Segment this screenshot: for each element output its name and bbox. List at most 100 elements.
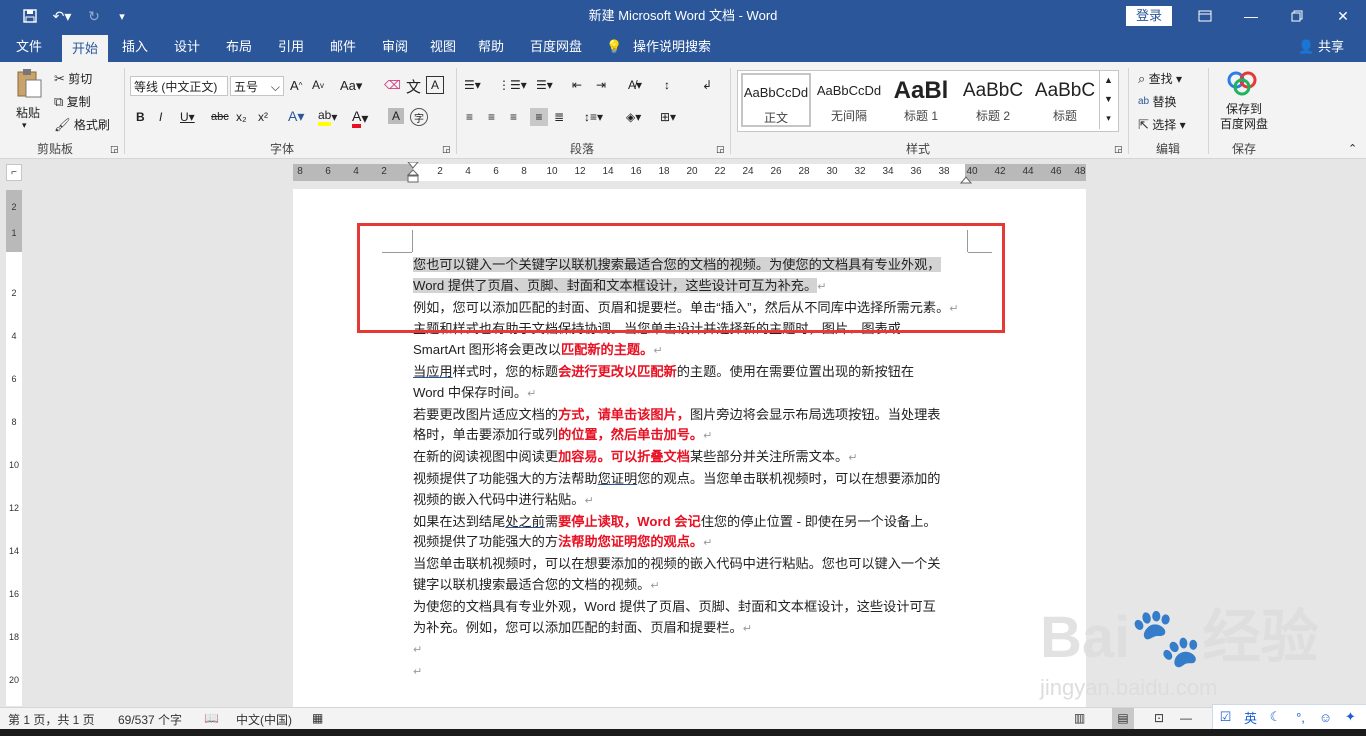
- tab-file[interactable]: 文件: [6, 32, 52, 62]
- redo-icon[interactable]: ↻: [84, 0, 104, 32]
- enclose-characters-icon[interactable]: 字: [410, 108, 428, 126]
- character-border-icon[interactable]: A: [426, 76, 444, 94]
- align-right-icon[interactable]: ≡: [510, 110, 517, 124]
- proofing-icon[interactable]: 📖: [204, 711, 219, 725]
- save-icon[interactable]: [18, 0, 42, 32]
- document-line[interactable]: 当应用样式时，您的标题会进行更改以匹配新的主题。使用在需要位置出现的新按钮在: [413, 362, 973, 383]
- document-line[interactable]: Word 中保存时间。↵: [413, 383, 973, 405]
- punctuation-icon[interactable]: °,: [1288, 710, 1313, 725]
- emoji-icon[interactable]: ☺: [1313, 710, 1338, 725]
- change-case-icon[interactable]: Aa▾: [340, 78, 362, 94]
- numbering-icon[interactable]: ⋮☰▾: [498, 78, 527, 92]
- paste-dropdown-icon[interactable]: ▾: [22, 120, 27, 131]
- document-line[interactable]: 为补充。例如，您可以添加匹配的封面、页眉和提要栏。↵: [413, 618, 973, 640]
- macro-record-icon[interactable]: ▦: [312, 711, 323, 725]
- minimize-icon[interactable]: —: [1228, 0, 1274, 32]
- tab-references[interactable]: 引用: [270, 32, 312, 62]
- tab-review[interactable]: 审阅: [374, 32, 416, 62]
- character-shading-icon[interactable]: A: [388, 108, 404, 124]
- font-launcher-icon[interactable]: ◲: [442, 144, 451, 155]
- print-layout-icon[interactable]: ▤: [1112, 708, 1134, 729]
- multilevel-list-icon[interactable]: ☰▾: [536, 78, 553, 92]
- font-color-icon[interactable]: A ▾: [352, 108, 368, 128]
- line-spacing-icon[interactable]: ↕≡▾: [584, 110, 603, 124]
- page-count[interactable]: 第 1 页，共 1 页: [8, 711, 95, 728]
- tell-me-search[interactable]: 操作说明搜索: [630, 32, 714, 62]
- word-count[interactable]: 69/537 个字: [118, 711, 182, 728]
- document-line[interactable]: 在新的阅读视图中阅读更加容易。可以折叠文档某些部分并关注所需文本。↵: [413, 447, 973, 469]
- ime-english-toggle[interactable]: 英: [1238, 708, 1263, 727]
- close-icon[interactable]: ✕: [1320, 0, 1366, 32]
- document-line[interactable]: SmartArt 图形将会更改以匹配新的主题。↵: [413, 340, 973, 362]
- align-left-icon[interactable]: ≡: [466, 110, 473, 124]
- document-line[interactable]: 视频提供了功能强大的方法帮助您证明您的观点。当您单击联机视频时，可以在想要添加的: [413, 469, 973, 490]
- subscript-icon[interactable]: x₂: [236, 110, 247, 124]
- cut-button[interactable]: ✂ 剪切: [54, 70, 92, 87]
- share-button[interactable]: 共享: [1314, 32, 1348, 62]
- collapse-ribbon-icon[interactable]: ⌃: [1348, 142, 1357, 155]
- tab-baidu-netdisk[interactable]: 百度网盘: [524, 32, 588, 62]
- highlight-color-icon[interactable]: ab ▾: [318, 108, 337, 126]
- tab-home[interactable]: 开始: [62, 35, 108, 62]
- align-center-icon[interactable]: ≡: [488, 110, 495, 124]
- document-line[interactable]: ↵: [413, 661, 973, 683]
- login-button[interactable]: 登录: [1126, 6, 1172, 26]
- moon-icon[interactable]: ☾: [1263, 709, 1288, 725]
- replace-button[interactable]: ab 替换: [1138, 93, 1176, 110]
- grow-font-icon[interactable]: A ^: [290, 78, 302, 93]
- superscript-icon[interactable]: x²: [258, 110, 268, 124]
- decrease-indent-icon[interactable]: ⇤: [572, 78, 582, 92]
- borders-icon[interactable]: ⊞▾: [660, 110, 676, 124]
- web-layout-icon[interactable]: ⊡: [1154, 711, 1164, 725]
- styles-launcher-icon[interactable]: ◲: [1114, 144, 1123, 155]
- bullets-icon[interactable]: ☰▾: [464, 78, 481, 92]
- document-line[interactable]: 若要更改图片适应文档的方式，请单击该图片，图片旁边将会显示布局选项按钮。当处理表: [413, 405, 973, 426]
- copy-button[interactable]: ⧉ 复制: [54, 93, 91, 110]
- tab-mailings[interactable]: 邮件: [322, 32, 364, 62]
- shrink-font-icon[interactable]: Av: [312, 78, 324, 92]
- style-heading-2[interactable]: AaBbC 标题 2: [958, 73, 1028, 127]
- style-heading-1[interactable]: AaBl 标题 1: [886, 73, 956, 127]
- show-marks-icon[interactable]: ↲: [702, 78, 712, 92]
- italic-icon[interactable]: I: [159, 110, 162, 124]
- font-size-select[interactable]: 五号 ⌵: [230, 76, 284, 96]
- language-status[interactable]: 中文(中国): [236, 711, 292, 728]
- bold-icon[interactable]: B: [136, 110, 145, 124]
- tab-design[interactable]: 设计: [166, 32, 208, 62]
- clear-formatting-icon[interactable]: ⌫: [384, 78, 401, 92]
- strikethrough-icon[interactable]: abc: [211, 111, 229, 123]
- document-line[interactable]: 键字以联机搜索最适合您的文档的视频。↵: [413, 575, 973, 597]
- phonetic-guide-icon[interactable]: 文: [406, 76, 421, 97]
- tab-help[interactable]: 帮助: [470, 32, 512, 62]
- document-line[interactable]: 如果在达到结尾处之前需要停止读取，Word 会记住您的停止位置 - 即使在另一个…: [413, 512, 973, 533]
- font-family-select[interactable]: 等线 (中文正文): [130, 76, 228, 96]
- text-effects-icon[interactable]: A▾: [288, 108, 304, 125]
- vertical-ruler[interactable]: 2 1 2 4 6 8 10 12 14 16 18 20: [6, 190, 22, 706]
- justify-icon[interactable]: ≡: [530, 108, 548, 126]
- distributed-icon[interactable]: ≣: [554, 110, 564, 124]
- ime-menu-icon[interactable]: ☑: [1213, 709, 1238, 725]
- shading-icon[interactable]: ◈▾: [626, 110, 641, 124]
- style-no-spacing[interactable]: AaBbCcDd 无间隔: [814, 73, 884, 127]
- indent-markers[interactable]: [406, 161, 420, 184]
- ribbon-options-icon[interactable]: [1182, 0, 1228, 32]
- chinese-layout-icon[interactable]: A̸▾: [628, 78, 642, 92]
- document-line[interactable]: 为使您的文档具有专业外观，Word 提供了页眉、页脚、封面和文本框设计，这些设计…: [413, 597, 973, 618]
- tab-view[interactable]: 视图: [422, 32, 464, 62]
- underline-icon[interactable]: U▾: [180, 110, 195, 124]
- style-title[interactable]: AaBbC 标题: [1030, 73, 1100, 127]
- skin-icon[interactable]: ✦: [1338, 709, 1363, 725]
- document-line[interactable]: 视频提供了功能强大的方法帮助您证明您的观点。↵: [413, 532, 973, 554]
- tab-selector[interactable]: ⌐: [6, 164, 22, 181]
- document-line[interactable]: 格时，单击要添加行或列的位置，然后单击加号。↵: [413, 425, 973, 447]
- sort-icon[interactable]: ↕: [664, 78, 670, 92]
- restore-icon[interactable]: [1274, 0, 1320, 32]
- customize-qa-icon[interactable]: ▾: [114, 0, 130, 32]
- tab-layout[interactable]: 布局: [218, 32, 260, 62]
- paragraph-launcher-icon[interactable]: ◲: [716, 144, 725, 155]
- select-button[interactable]: ⇱ 选择 ▾: [1138, 116, 1186, 133]
- horizontal-ruler[interactable]: 8 6 4 2 2 4 6 8 10 12 14 16 18 20 22 24 …: [293, 161, 1086, 184]
- format-painter-button[interactable]: 🖌 格式刷: [54, 116, 110, 133]
- save-to-baidu-button[interactable]: 保存到 百度网盘: [1212, 102, 1276, 132]
- zoom-out-icon[interactable]: —: [1180, 711, 1192, 725]
